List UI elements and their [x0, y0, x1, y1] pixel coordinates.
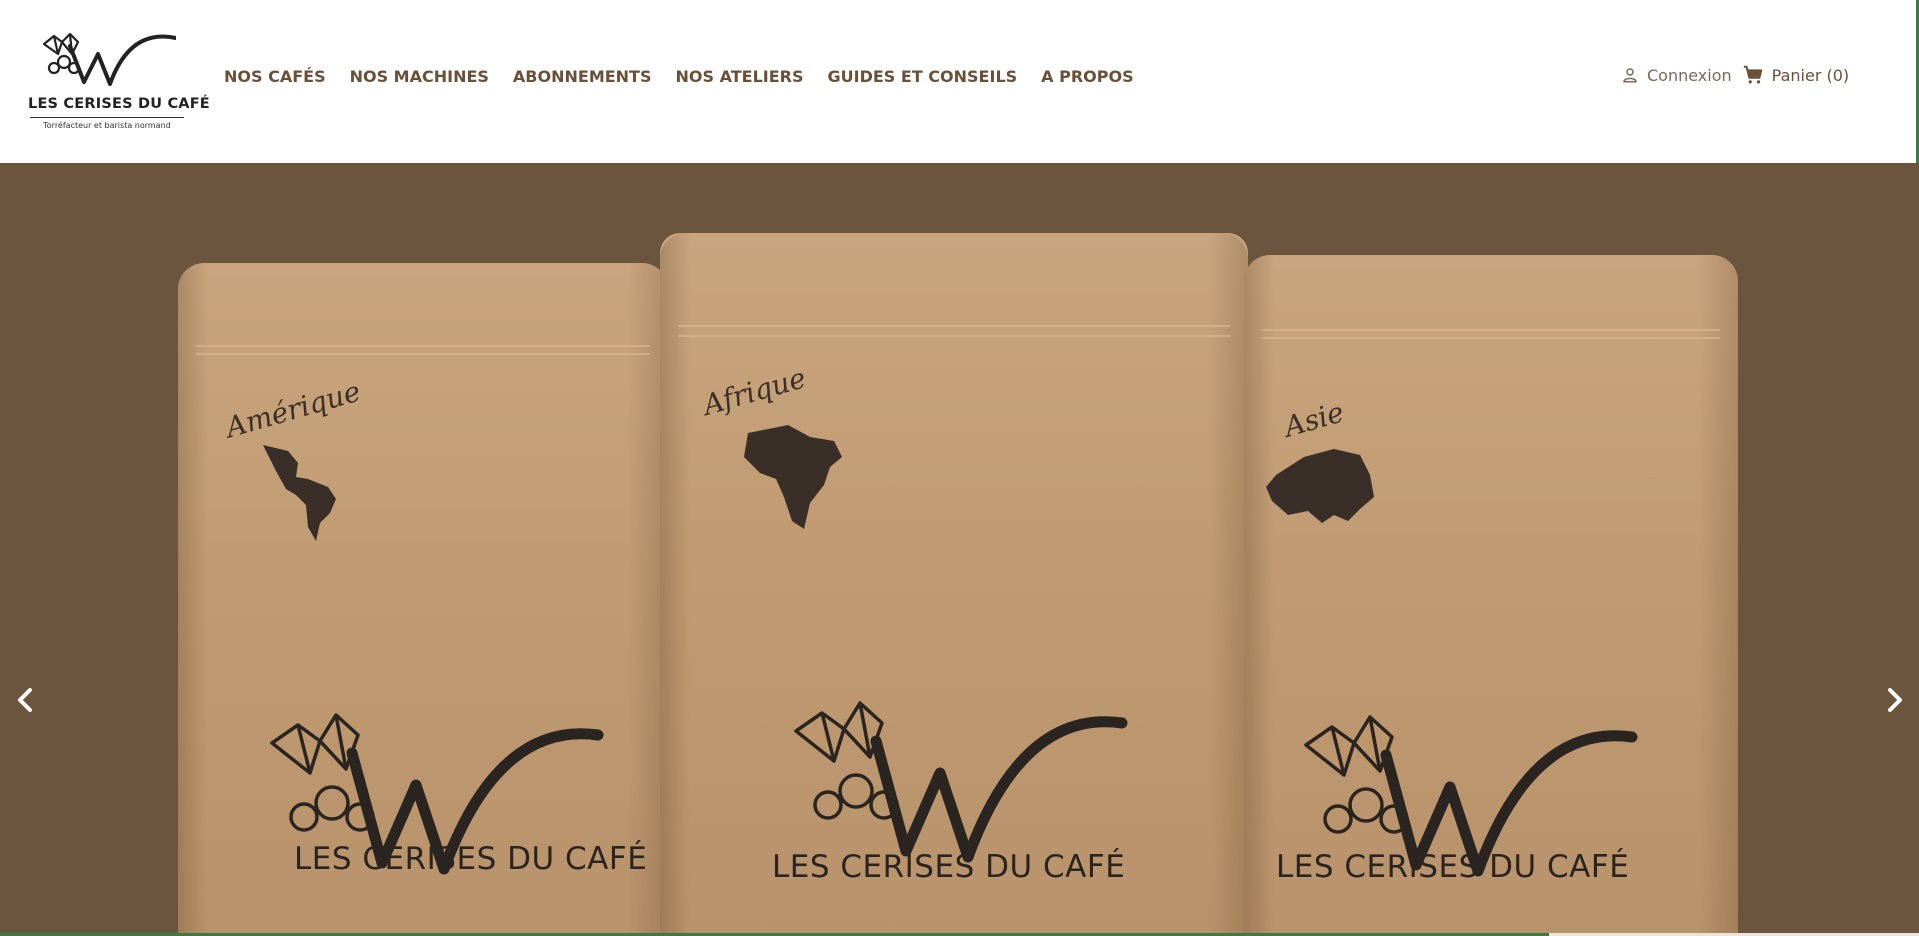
bag-shading	[178, 263, 208, 936]
america-map-icon	[263, 445, 336, 541]
cart-label: Panier (0)	[1771, 65, 1850, 85]
bag-logo-icon	[794, 701, 1128, 863]
bag-shading	[1244, 255, 1274, 936]
logo-icon	[42, 32, 176, 86]
user-icon	[1623, 68, 1637, 83]
cart-icon	[1743, 65, 1762, 84]
nav-item-nos-ateliers[interactable]: NOS ATELIERS	[676, 66, 804, 88]
nav-item-abonnements[interactable]: ABONNEMENTS	[513, 66, 652, 88]
bag-shading	[1698, 255, 1738, 936]
bag-region-label: Amérique	[222, 374, 365, 445]
bag-seam	[196, 345, 650, 347]
bag-seam	[1262, 337, 1720, 339]
coffee-bag-afrique: Afrique LES CERISES DU CAFÉ	[660, 233, 1248, 936]
login-link[interactable]: Connexion	[1621, 66, 1732, 85]
slider-next-button[interactable]	[1878, 683, 1912, 717]
nav-item-nos-machines[interactable]: NOS MACHINES	[350, 66, 489, 88]
nav-item-nos-cafes[interactable]: NOS CAFÉS	[224, 66, 326, 88]
bag-region-label: Afrique	[699, 361, 810, 422]
bag-shading	[660, 233, 690, 936]
bag-seam	[196, 353, 650, 355]
logo-tagline: Torréfacteur et barista normand	[43, 121, 171, 130]
coffee-bag-amerique: Amérique LES CERISES DU CAFÉ	[178, 263, 668, 936]
bag-brand-text: LES CERISES DU CAFÉ	[294, 841, 648, 877]
chevron-right-icon	[1888, 688, 1902, 712]
site-logo[interactable]: LES CERISES DU CAFÉ Torréfacteur et bari…	[28, 32, 210, 134]
nav-item-guides-et-conseils[interactable]: GUIDES ET CONSEILS	[828, 66, 1018, 88]
africa-map-icon	[744, 425, 842, 529]
slider-prev-button[interactable]	[8, 683, 42, 717]
coffee-bag-asie: Asie LES CERISES DU CAFÉ	[1244, 255, 1738, 936]
bag-region-label: Asie	[1280, 395, 1348, 444]
logo-name: LES CERISES DU CAFÉ	[28, 96, 210, 112]
chevron-left-icon	[18, 688, 32, 712]
asia-map-icon	[1266, 449, 1374, 523]
logo-divider	[30, 117, 184, 118]
user-area: Connexion Panier (0)	[1621, 64, 1849, 86]
hero-slider: Amérique LES CERISES DU CAFÉ Afrique LES…	[0, 163, 1919, 936]
nav-item-a-propos[interactable]: A PROPOS	[1041, 66, 1133, 88]
cart-link[interactable]: Panier (0)	[1742, 64, 1850, 86]
site-header: LES CERISES DU CAFÉ Torréfacteur et bari…	[0, 0, 1919, 163]
bag-seam	[1262, 329, 1720, 331]
bag-seam	[678, 325, 1230, 327]
bag-brand-text: LES CERISES DU CAFÉ	[772, 849, 1126, 885]
bag-seam	[678, 335, 1230, 337]
login-label: Connexion	[1647, 65, 1732, 85]
main-nav: NOS CAFÉS NOS MACHINES ABONNEMENTS NOS A…	[224, 66, 1158, 88]
bag-shading	[1208, 233, 1248, 936]
bag-brand-text: LES CERISES DU CAFÉ	[1276, 849, 1630, 885]
